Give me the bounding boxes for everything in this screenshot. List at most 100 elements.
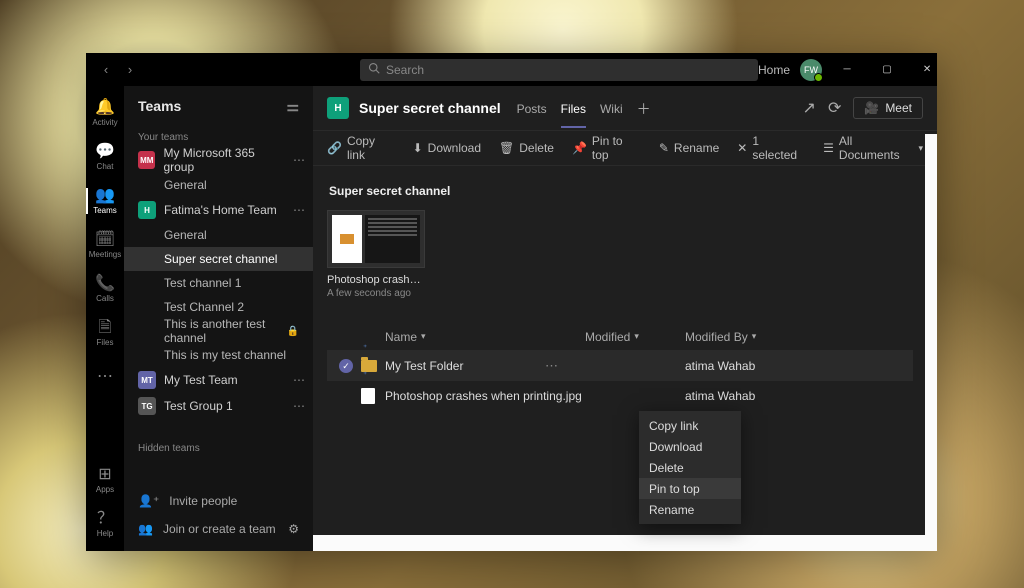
rename-icon: ✎ [659, 141, 669, 155]
rail-help[interactable]: ？Help [86, 503, 124, 545]
link-icon: 🔗 [327, 141, 342, 155]
chevron-down-icon: ▾ [918, 143, 923, 154]
team-badge: TG [138, 397, 156, 415]
channel-general-0[interactable]: General [124, 173, 313, 197]
bell-icon: 🔔 [95, 100, 115, 116]
file-table: Name▾ Modified▾ Modified By▾ ✓ My Test F… [327, 323, 913, 411]
cm-copy-link[interactable]: Copy link [639, 415, 741, 436]
download-button[interactable]: ⬇Download [413, 141, 481, 155]
avatar[interactable]: FW [800, 59, 822, 81]
rename-button[interactable]: ✎Rename [659, 141, 719, 155]
team-my-test-team[interactable]: MT My Test Team ⋯ [124, 367, 313, 393]
team-fatima-home[interactable]: H Fatima's Home Team ⋯ [124, 197, 313, 223]
teams-list-pane: Teams ⚌ Your teams MM My Microsoft 365 g… [124, 86, 313, 551]
team-more-icon[interactable]: ⋯ [293, 153, 305, 167]
more-icon: ⋯ [97, 369, 113, 385]
search-icon [368, 62, 380, 77]
teams-list-header: Teams ⚌ [124, 86, 313, 126]
main-content: H Super secret channel Posts Files Wiki … [313, 86, 937, 551]
team-more-icon[interactable]: ⋯ [293, 399, 305, 413]
table-row[interactable]: ✓ My Test Folder ⋯ atima Wahab [327, 351, 913, 381]
chevron-down-icon: ▾ [752, 331, 757, 342]
chat-icon: 💬 [95, 144, 115, 160]
tab-add-button[interactable]: ＋ [637, 85, 651, 131]
col-modified-header[interactable]: Modified▾ [585, 330, 685, 344]
teams-add-icon: 👥 [138, 522, 153, 536]
pinned-item[interactable]: Photoshop crashes wh... A few seconds ag… [327, 210, 425, 299]
maximize-button[interactable]: ▢ [872, 53, 902, 86]
filter-icon[interactable]: ⚌ [286, 98, 299, 115]
selected-check-icon[interactable]: ✓ [339, 359, 353, 373]
search-placeholder: Search [386, 63, 424, 77]
tab-posts[interactable]: Posts [517, 88, 547, 128]
tab-wiki[interactable]: Wiki [600, 88, 623, 128]
team-test-group-1[interactable]: TG Test Group 1 ⋯ [124, 393, 313, 419]
team-name: Test Group 1 [164, 399, 233, 413]
help-icon: ？ [97, 511, 113, 527]
gear-icon[interactable]: ⚙ [288, 522, 299, 536]
rail-apps[interactable]: ⊞Apps [86, 459, 124, 501]
nav-back-button[interactable]: ‹ [96, 60, 116, 80]
channel-test-2[interactable]: Test Channel 2 [124, 295, 313, 319]
team-more-icon[interactable]: ⋯ [293, 373, 305, 387]
calendar-icon: 🗓 [95, 232, 115, 248]
copy-link-button[interactable]: 🔗Copy link [327, 134, 395, 162]
rail-activity[interactable]: 🔔Activity [86, 92, 124, 134]
your-teams-label: Your teams [124, 126, 313, 147]
channel-general-1[interactable]: General [124, 223, 313, 247]
rail-calls[interactable]: 📞Calls [86, 268, 124, 310]
teams-title: Teams [138, 98, 181, 114]
all-documents-dropdown[interactable]: ☰All Documents▾ [823, 134, 923, 162]
home-link[interactable]: Home [758, 63, 790, 77]
modified-by: atima Wahab [685, 389, 755, 403]
hidden-teams-label: Hidden teams [124, 437, 313, 458]
pin-icon: 📌 [572, 141, 587, 155]
team-name: My Microsoft 365 group [163, 146, 285, 174]
rail-more[interactable]: ⋯ [86, 356, 124, 398]
rail-files[interactable]: 🗎Files [86, 312, 124, 354]
context-menu: Copy link Download Delete Pin to top Ren… [639, 411, 741, 524]
rail-chat[interactable]: 💬Chat [86, 136, 124, 178]
tab-files[interactable]: Files [561, 88, 586, 128]
cm-rename[interactable]: Rename [639, 499, 741, 520]
team-badge: MM [138, 151, 155, 169]
expand-icon[interactable]: ↗ [803, 98, 816, 118]
col-modified-by-header[interactable]: Modified By▾ [685, 330, 805, 344]
team-more-icon[interactable]: ⋯ [293, 203, 305, 217]
clear-selection-button[interactable]: ✕1 selected [737, 134, 805, 162]
channel-header: H Super secret channel Posts Files Wiki … [313, 86, 937, 131]
cm-pin-to-top[interactable]: Pin to top [639, 478, 741, 499]
search-input[interactable]: Search [360, 59, 758, 81]
channel-my-test[interactable]: This is my test channel [124, 343, 313, 367]
team-name: My Test Team [164, 373, 238, 387]
pin-to-top-button[interactable]: 📌Pin to top [572, 134, 641, 162]
table-row[interactable]: Photoshop crashes when printing.jpg atim… [327, 381, 913, 411]
cm-delete[interactable]: Delete [639, 457, 741, 478]
cm-download[interactable]: Download [639, 436, 741, 457]
rail-teams[interactable]: 👥Teams [86, 180, 124, 222]
teams-window: ‹ › Search Home FW ─ ▢ ✕ 🔔Activity 💬Chat… [86, 53, 937, 551]
delete-button[interactable]: 🗑Delete [499, 141, 554, 155]
window-body: 🔔Activity 💬Chat 👥Teams 🗓Meetings 📞Calls … [86, 86, 937, 551]
pinned-thumbnail [327, 210, 425, 268]
col-name-header[interactable]: Name▾ [385, 330, 585, 344]
modified-by: atima Wahab [685, 359, 755, 373]
pinned-section-title: Super secret channel [329, 184, 913, 198]
channel-super-secret[interactable]: Super secret channel [124, 247, 313, 271]
team-my-microsoft-365[interactable]: MM My Microsoft 365 group ⋯ [124, 147, 313, 173]
close-button[interactable]: ✕ [912, 53, 942, 86]
join-create-team-button[interactable]: 👥 Join or create a team ⚙ [124, 515, 313, 543]
channel-test-1[interactable]: Test channel 1 [124, 271, 313, 295]
channel-badge: H [327, 97, 349, 119]
chevron-down-icon: ▾ [421, 331, 426, 342]
minimize-button[interactable]: ─ [832, 53, 862, 86]
row-more-button[interactable]: ⋯ [545, 358, 558, 374]
rail-meetings[interactable]: 🗓Meetings [86, 224, 124, 266]
files-icon: 🗎 [99, 320, 112, 336]
channel-another-test[interactable]: This is another test channel🔒 [124, 319, 313, 343]
teams-icon: 👥 [95, 188, 115, 204]
refresh-icon[interactable]: ⟳ [828, 98, 841, 118]
invite-people-button[interactable]: 👤⁺ Invite people [124, 487, 313, 515]
nav-forward-button[interactable]: › [120, 60, 140, 80]
meet-button[interactable]: 🎥 Meet [853, 97, 923, 119]
